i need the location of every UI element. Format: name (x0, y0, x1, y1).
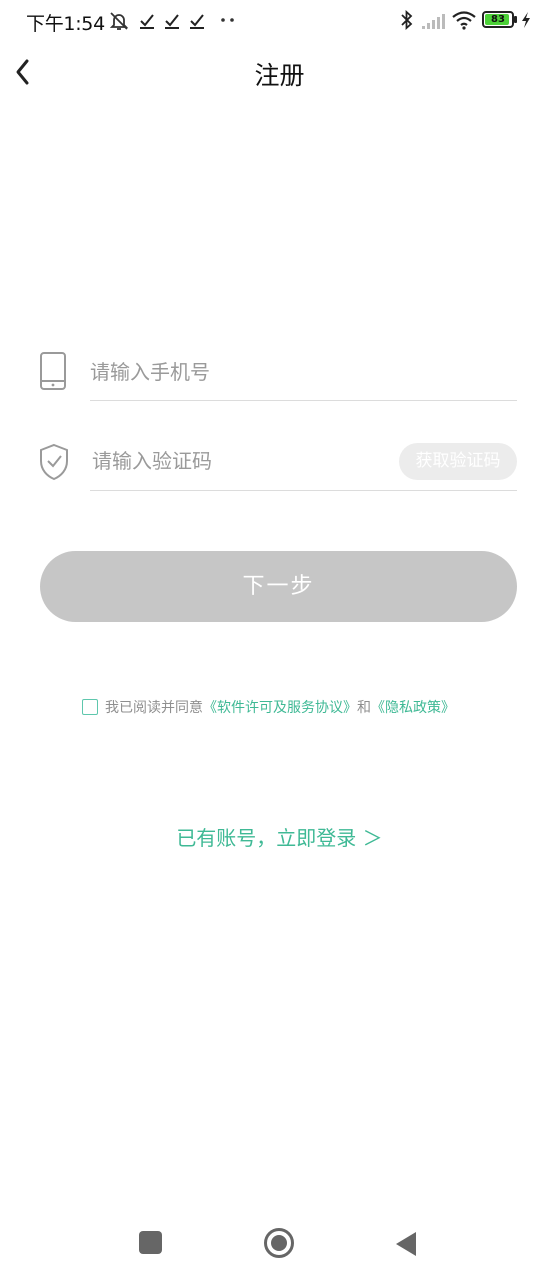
home-circle-icon (264, 1228, 294, 1258)
checkmark-icon (165, 14, 179, 29)
login-link[interactable]: 已有账号，立即登录 ＞ (0, 822, 559, 851)
back-nav-button[interactable] (394, 1230, 418, 1258)
page-title: 注册 (254, 61, 305, 90)
shield-check-icon (40, 443, 68, 481)
software-agreement-link[interactable]: 《软件许可及服务协议》 (203, 700, 357, 716)
agreement-conjunction: 和 (357, 700, 371, 716)
back-triangle-icon (396, 1232, 416, 1256)
recents-button[interactable] (139, 1231, 163, 1255)
phone-divider (90, 400, 517, 401)
phone-icon (40, 352, 66, 390)
wifi-icon (452, 11, 476, 30)
battery-level: 83 (491, 14, 505, 25)
more-dots-icon (221, 18, 234, 22)
checkmark-icon (140, 14, 154, 29)
agreement-row: 我已阅读并同意《软件许可及服务协议》和《隐私政策》 (82, 697, 455, 719)
status-bar: 下午1:54 83 (0, 0, 559, 44)
privacy-policy-link[interactable]: 《隐私政策》 (371, 700, 455, 716)
home-button[interactable] (263, 1227, 295, 1259)
recents-square-icon (139, 1231, 162, 1254)
agreement-prefix: 我已阅读并同意 (105, 700, 203, 716)
next-button[interactable]: 下一步 (40, 551, 517, 622)
signal-icon (422, 14, 445, 29)
battery-icon: 83 (482, 11, 517, 28)
checkmark-icon (190, 14, 204, 29)
agree-checkbox[interactable] (82, 699, 98, 715)
code-divider (90, 490, 517, 491)
bluetooth-icon (401, 9, 413, 31)
phone-input[interactable] (90, 356, 510, 388)
notifications-off-icon (109, 12, 129, 30)
status-time: 下午1:54 (26, 13, 105, 35)
get-code-button[interactable]: 获取验证码 (399, 443, 517, 480)
code-input[interactable] (92, 445, 392, 477)
charging-icon (522, 12, 530, 28)
